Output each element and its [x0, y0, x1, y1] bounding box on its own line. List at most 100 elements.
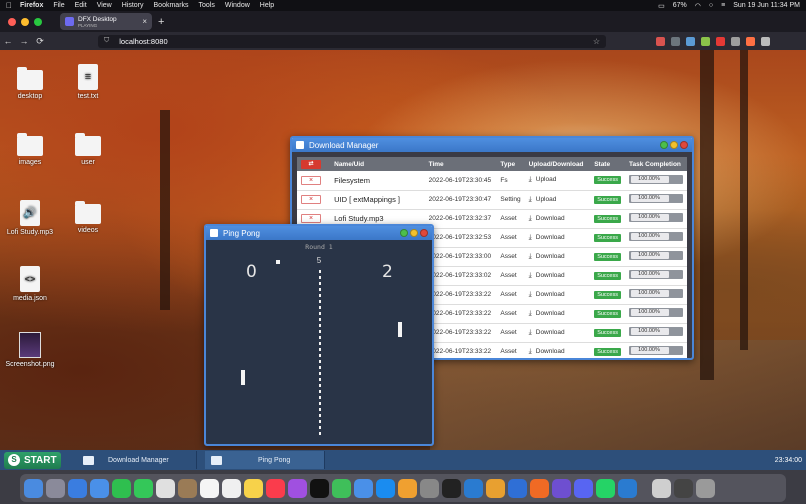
desktop-icon-label: videos — [77, 227, 99, 234]
finder-icon[interactable] — [24, 478, 43, 498]
zoom-window-icon[interactable] — [34, 17, 42, 26]
extension-icon[interactable] — [686, 36, 695, 46]
minimize-window-icon[interactable] — [410, 229, 418, 237]
system-preferences-icon[interactable] — [420, 478, 439, 498]
desktop-icon-videos[interactable]: videos — [60, 201, 116, 234]
pocket-icon[interactable] — [656, 36, 665, 46]
recent-window-icon[interactable] — [674, 478, 693, 498]
start-button[interactable]: S START — [4, 451, 61, 469]
app-store-icon[interactable] — [376, 478, 395, 498]
wifi-icon[interactable]: ◠ — [695, 2, 701, 10]
menu-bookmarks[interactable]: Bookmarks — [154, 2, 189, 9]
taskbar-item-ping-pong[interactable]: Ping Pong — [205, 451, 325, 469]
notes-icon[interactable] — [244, 478, 263, 498]
xcode-icon[interactable] — [508, 478, 527, 498]
mail-icon[interactable] — [90, 478, 109, 498]
firefox-developer-icon[interactable] — [552, 478, 571, 498]
maximize-window-icon[interactable] — [660, 141, 668, 149]
url-text[interactable]: localhost:8080 — [119, 37, 167, 46]
menu-history[interactable]: History — [122, 2, 144, 9]
close-window-icon[interactable] — [420, 229, 428, 237]
contacts-icon[interactable] — [178, 478, 197, 498]
download-icon: ⤓ — [528, 347, 532, 355]
desktop-icon-desktop[interactable]: desktop — [2, 67, 58, 100]
download-manager-app-icon — [83, 455, 94, 465]
bookmark-star-icon[interactable]: ☆ — [593, 37, 600, 46]
extension-icon[interactable] — [746, 36, 755, 46]
music-icon[interactable] — [266, 478, 285, 498]
tab-close-icon[interactable]: × — [142, 17, 147, 26]
delete-download-button[interactable]: × — [301, 195, 321, 204]
ping-pong-app-icon — [210, 229, 218, 237]
safari-icon[interactable] — [68, 478, 87, 498]
menu-edit[interactable]: Edit — [75, 2, 87, 9]
trash-icon[interactable] — [696, 478, 715, 498]
terminal-icon[interactable] — [442, 478, 461, 498]
delete-download-button[interactable]: × — [301, 175, 321, 185]
menu-tools[interactable]: Tools — [199, 2, 215, 9]
search-icon[interactable]: ○ — [709, 2, 713, 9]
desktop-icon-images[interactable]: images — [2, 133, 58, 166]
menu-file[interactable]: File — [53, 2, 64, 9]
keynote-icon[interactable] — [354, 478, 373, 498]
url-bar[interactable]: ⛉ localhost:8080 ☆ — [98, 34, 606, 48]
facetime-icon[interactable] — [112, 478, 131, 498]
discord-icon[interactable] — [574, 478, 593, 498]
battery-icon[interactable]: ▭ — [658, 2, 665, 10]
ping-pong-court[interactable]: Round 1 5 0 2 — [206, 240, 432, 444]
menu-firefox[interactable]: Firefox — [20, 2, 43, 9]
music-file-icon[interactable] — [652, 478, 671, 498]
delete-download-button[interactable]: × — [301, 214, 321, 223]
ping-pong-titlebar[interactable]: Ping Pong — [206, 226, 432, 240]
download-icon: ⤓ — [528, 176, 532, 184]
desktop-icon-media-json[interactable]: <> media.json — [2, 266, 58, 302]
apple-menu-icon[interactable]:  — [6, 1, 12, 10]
maximize-window-icon[interactable] — [400, 229, 408, 237]
close-window-icon[interactable] — [680, 141, 688, 149]
reminders-icon[interactable] — [222, 478, 241, 498]
pages-icon[interactable] — [398, 478, 417, 498]
desktop-icon-lofi-study[interactable]: 🔊 Lofi Study.mp3 — [2, 200, 58, 236]
menubar-datetime[interactable]: Sun 19 Jun 11:34 PM — [733, 2, 800, 9]
extension-icon[interactable] — [701, 36, 710, 46]
extension-icon[interactable] — [716, 36, 725, 46]
calendar-icon[interactable] — [200, 478, 219, 498]
launchpad-icon[interactable] — [46, 478, 65, 498]
vscode-icon[interactable] — [464, 478, 483, 498]
type-cell: Asset — [496, 285, 525, 305]
extension-icon[interactable] — [731, 36, 740, 46]
control-center-icon[interactable]: ≡ — [721, 2, 725, 9]
minimize-window-icon[interactable] — [21, 17, 29, 26]
back-icon[interactable]: ← — [0, 36, 16, 46]
taskbar-item-download-manager[interactable]: Download Manager — [77, 451, 197, 469]
apple-tv-icon[interactable] — [310, 478, 329, 498]
download-manager-titlebar[interactable]: Download Manager — [292, 138, 692, 152]
browser-tab-active[interactable]: DFX Desktop PLAYING × — [60, 13, 152, 30]
menu-help[interactable]: Help — [260, 2, 274, 9]
close-window-icon[interactable] — [8, 17, 16, 26]
menu-view[interactable]: View — [97, 2, 112, 9]
desktop-icon-screenshot[interactable]: Screenshot.png — [2, 332, 58, 368]
whatsapp-icon[interactable] — [596, 478, 615, 498]
new-tab-button[interactable]: + — [158, 16, 164, 28]
menu-window[interactable]: Window — [225, 2, 250, 9]
photos-icon[interactable] — [156, 478, 175, 498]
podcasts-icon[interactable] — [288, 478, 307, 498]
status-badge: Success — [594, 328, 621, 337]
messages-icon[interactable] — [134, 478, 153, 498]
desktop-icon-user[interactable]: user — [60, 133, 116, 166]
forward-icon[interactable]: → — [16, 36, 32, 46]
desktop-icon-test-txt[interactable]: ≡ test.txt — [60, 64, 116, 100]
clear-all-button[interactable]: ⇄ — [301, 159, 321, 169]
minimize-window-icon[interactable] — [670, 141, 678, 149]
ping-pong-window[interactable]: Ping Pong Round 1 5 0 2 — [204, 224, 434, 446]
vscode-insiders-icon[interactable] — [618, 478, 637, 498]
numbers-icon[interactable] — [332, 478, 351, 498]
site-info-icon[interactable]: ⛉ — [104, 37, 109, 45]
downloads-icon[interactable] — [671, 36, 680, 46]
firefox-icon[interactable] — [530, 478, 549, 498]
sublime-text-icon[interactable] — [486, 478, 505, 498]
reload-icon[interactable]: ⟳ — [32, 36, 48, 47]
menu-icon[interactable] — [761, 36, 770, 46]
folder-icon — [17, 133, 43, 156]
